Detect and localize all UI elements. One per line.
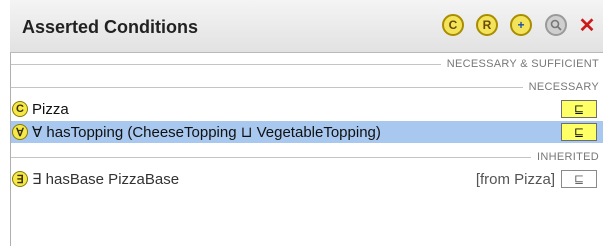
panel-header: Asserted Conditions C R + ✕ — [10, 0, 603, 53]
section-label-necessary-sufficient: NECESSARY & SUFFICIENT — [446, 58, 599, 70]
subclass-toggle-button[interactable]: ⊑ — [561, 170, 597, 188]
delete-condition-icon[interactable]: ✕ — [576, 14, 598, 37]
condition-text: ∃ hasBase PizzaBase — [32, 171, 180, 188]
find-usage-icon[interactable] — [545, 14, 567, 36]
inherited-from-label: [from Pizza] — [475, 170, 555, 188]
add-restriction-icon[interactable]: R — [476, 14, 498, 36]
magnifier-icon — [550, 19, 562, 31]
condition-row-has-topping[interactable]: ∀ ∀ hasTopping (CheeseTopping ⊔ Vegetabl… — [11, 121, 603, 143]
section-necessary: NECESSARY — [11, 78, 603, 96]
condition-text: Pizza — [32, 100, 69, 118]
section-label-necessary: NECESSARY — [528, 81, 599, 93]
add-named-class-icon[interactable]: C — [442, 14, 464, 36]
asserted-conditions-panel: Asserted Conditions C R + ✕ NECESSARY & … — [0, 0, 603, 246]
condition-row-pizza[interactable]: C Pizza ⊑ — [11, 98, 603, 120]
condition-text: ∀ hasTopping (CheeseTopping ⊔ VegetableT… — [32, 124, 381, 141]
section-divider — [11, 63, 441, 65]
existential-restriction-icon: ∃ — [12, 171, 28, 187]
condition-row-has-base[interactable]: ∃ ∃ hasBase PizzaBase [from Pizza] ⊑ — [11, 168, 603, 190]
subclass-toggle-button[interactable]: ⊑ — [561, 123, 597, 141]
subclass-toggle-button[interactable]: ⊑ — [561, 100, 597, 118]
section-divider — [11, 86, 523, 88]
section-label-inherited: INHERITED — [537, 151, 599, 163]
conditions-list: NECESSARY & SUFFICIENT NECESSARY C Pizza… — [10, 53, 603, 246]
named-class-icon: C — [12, 101, 28, 117]
section-inherited: INHERITED — [11, 148, 603, 166]
section-divider — [11, 156, 532, 158]
universal-restriction-icon: ∀ — [12, 124, 28, 140]
add-expression-icon[interactable]: + — [510, 14, 532, 36]
section-necessary-sufficient: NECESSARY & SUFFICIENT — [11, 55, 603, 73]
panel-title: Asserted Conditions — [22, 17, 199, 37]
